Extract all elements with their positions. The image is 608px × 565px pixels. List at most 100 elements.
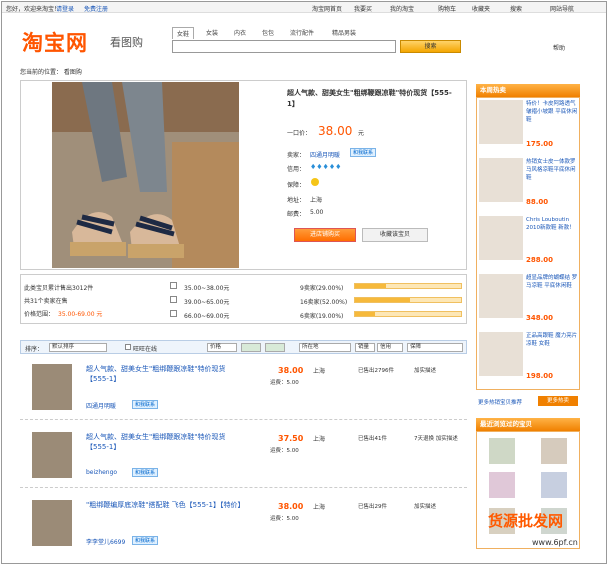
hot-item-thumbnail[interactable] bbox=[479, 274, 523, 318]
watermark-url: www.6pf.cn bbox=[532, 538, 578, 547]
sold-total: 此类宝贝累计售出3012件 bbox=[24, 285, 94, 292]
item-thumbnail[interactable] bbox=[32, 432, 72, 478]
tab-women-clothing[interactable]: 女装 bbox=[202, 27, 222, 38]
credit-sort[interactable]: 信用 bbox=[377, 343, 403, 352]
price-max-input[interactable] bbox=[265, 343, 285, 352]
watermark-text: 货源批发网 bbox=[488, 512, 564, 530]
item-seller[interactable]: beizhengo bbox=[86, 469, 117, 476]
nav-site-map[interactable]: 网站导航 bbox=[550, 4, 574, 13]
list-item: 超人气款、甜美女生"粗绑鞭跟凉鞋"特价现货【555-1】 四通月明暖 和我联系 … bbox=[20, 360, 467, 420]
range-bar bbox=[354, 311, 462, 317]
credit-diamond-icons: ♦♦♦♦♦ bbox=[310, 163, 342, 171]
tab-bags[interactable]: 包包 bbox=[258, 27, 278, 38]
tab-underwear[interactable]: 内衣 bbox=[230, 27, 250, 38]
contact-button[interactable]: 和我联系 bbox=[350, 148, 377, 157]
go-to-shop-button[interactable]: 进店铺购买 bbox=[294, 228, 356, 242]
item-title[interactable]: "粗绑鞭编厚底凉鞋"搭配鞋 飞色【555-1】【特价】 bbox=[86, 500, 246, 510]
range-count: 6卖家(19.00%) bbox=[300, 313, 344, 320]
range-label: 35.00~38.00元 bbox=[184, 285, 230, 292]
search-input[interactable] bbox=[172, 40, 396, 53]
sort-bar: 排序： 默认排序 旺旺在线 价格 所在地 销量 信用 保障 bbox=[20, 340, 467, 354]
item-title[interactable]: 超人气款、甜美女生"粗绑鞭跟凉鞋"特价现货【555-1】 bbox=[86, 364, 246, 384]
range-checkbox[interactable] bbox=[170, 296, 177, 303]
range-count: 16卖家(52.00%) bbox=[300, 299, 348, 306]
hot-item[interactable]: Chris Louboutin 2010新款鞋 新款！ 288.00 bbox=[479, 214, 579, 272]
item-location: 上海 bbox=[313, 368, 326, 375]
item-shipping: 运费：5.00 bbox=[270, 380, 299, 386]
recent-heading: 最近浏览过的宝贝 bbox=[476, 418, 580, 431]
sales-sort[interactable]: 销量 bbox=[355, 343, 375, 352]
nav-home[interactable]: 淘宝网首页 bbox=[312, 4, 342, 13]
seller-name[interactable]: 四通月明暖 bbox=[310, 150, 340, 159]
item-guarantee: 7天退换 加实描述 bbox=[414, 436, 458, 442]
product-photo[interactable] bbox=[52, 82, 239, 268]
price-unit: 元 bbox=[358, 130, 365, 137]
recent-thumbnail[interactable] bbox=[489, 438, 515, 464]
hot-item-thumbnail[interactable] bbox=[479, 216, 523, 260]
postage-value: 5.00 bbox=[310, 209, 324, 216]
guarantee-select[interactable]: 保障 bbox=[407, 343, 463, 352]
hot-item-title[interactable]: 正品高跟鞋 魔力亮片凉鞋 女鞋 bbox=[526, 332, 580, 348]
more-hot-link[interactable]: 更多热销宝贝推荐 bbox=[478, 398, 522, 406]
location-select[interactable]: 所在地 bbox=[299, 343, 351, 352]
item-price: 37.50 bbox=[278, 434, 304, 443]
seller-count: 共31个卖家在售 bbox=[24, 298, 68, 305]
hot-item[interactable]: 超显品牌的蝴蝶结 罗马凉鞋 平底休闲鞋 348.00 bbox=[479, 272, 579, 330]
online-checkbox[interactable] bbox=[125, 344, 131, 350]
hot-item-price: 175.00 bbox=[526, 140, 554, 148]
hot-item-title[interactable]: 特价！卡皮阿路透气皱褶小坡跟 平底休闲鞋 bbox=[526, 100, 580, 124]
sort-select[interactable]: 默认排序 bbox=[49, 343, 107, 352]
search-button[interactable]: 搜索 bbox=[400, 40, 461, 53]
tab-women-shoes[interactable]: 女鞋 bbox=[172, 27, 195, 39]
item-contact-button[interactable]: 和我联系 bbox=[132, 400, 159, 409]
nav-my-taobao[interactable]: 我的淘宝 bbox=[390, 4, 414, 13]
login-link[interactable]: 请登录 bbox=[56, 4, 74, 13]
item-seller[interactable]: 李李堂儿6699 bbox=[86, 537, 125, 546]
range-checkbox[interactable] bbox=[170, 310, 177, 317]
price-min-input[interactable] bbox=[241, 343, 261, 352]
hot-item-thumbnail[interactable] bbox=[479, 158, 523, 202]
range-checkbox[interactable] bbox=[170, 282, 177, 289]
nav-buy[interactable]: 我要买 bbox=[354, 4, 372, 13]
item-price: 38.00 bbox=[278, 366, 304, 375]
range-bar bbox=[354, 283, 462, 289]
hot-sellers-heading: 本周热卖 bbox=[476, 84, 580, 97]
nav-search[interactable]: 搜索 bbox=[510, 4, 522, 13]
item-thumbnail[interactable] bbox=[32, 364, 72, 410]
nav-cart[interactable]: 购物车 bbox=[438, 4, 456, 13]
help-link[interactable]: 帮助 bbox=[553, 43, 565, 52]
item-thumbnail[interactable] bbox=[32, 500, 72, 546]
item-shipping: 运费：5.00 bbox=[270, 516, 299, 522]
recent-thumbnail[interactable] bbox=[541, 438, 567, 464]
tab-accessories[interactable]: 流行配件 bbox=[286, 27, 318, 38]
hot-item[interactable]: 正品高跟鞋 魔力亮片凉鞋 女鞋 198.00 bbox=[479, 330, 579, 388]
credit-label: 信用： bbox=[287, 166, 306, 173]
recent-thumbnail[interactable] bbox=[489, 472, 515, 498]
top-bar: 您好，欢迎来淘宝！ 请登录 免费注册 淘宝网首页 我要买 我的淘宝 购物车 收藏… bbox=[2, 2, 606, 13]
item-title[interactable]: 超人气款、甜美女生"粗绑鞭跟凉鞋"特价现货【555-1】 bbox=[86, 432, 246, 452]
taobao-logo[interactable]: 淘宝网 bbox=[22, 27, 88, 57]
item-seller[interactable]: 四通月明暖 bbox=[86, 401, 116, 410]
hot-item-title[interactable]: Chris Louboutin 2010新款鞋 新款！ bbox=[526, 216, 580, 232]
online-label: 旺旺在线 bbox=[133, 346, 158, 353]
register-link[interactable]: 免费注册 bbox=[84, 4, 108, 13]
nav-favorites[interactable]: 收藏夹 bbox=[472, 4, 490, 13]
price-sort[interactable]: 价格 bbox=[207, 343, 237, 352]
price-label: 一口价： bbox=[287, 130, 312, 137]
hot-item-thumbnail[interactable] bbox=[479, 332, 523, 376]
favorite-button[interactable]: 收藏该宝贝 bbox=[362, 228, 428, 242]
item-contact-button[interactable]: 和我联系 bbox=[132, 468, 159, 477]
hot-item[interactable]: 特价！卡皮阿路透气皱褶小坡跟 平底休闲鞋 175.00 bbox=[479, 98, 579, 156]
tab-men-clothing[interactable]: 精品男装 bbox=[328, 27, 360, 38]
item-contact-button[interactable]: 和我联系 bbox=[132, 536, 159, 545]
hot-item[interactable]: 热销女士皮一体款罗马风格凉鞋平底休闲鞋 88.00 bbox=[479, 156, 579, 214]
product-price: 38.00 bbox=[318, 124, 353, 138]
recent-thumbnail[interactable] bbox=[541, 472, 567, 498]
hot-item-title[interactable]: 超显品牌的蝴蝶结 罗马凉鞋 平底休闲鞋 bbox=[526, 274, 580, 290]
item-shipping: 运费：5.00 bbox=[270, 448, 299, 454]
postage-label: 邮费： bbox=[287, 211, 306, 218]
item-guarantee: 加实描述 bbox=[414, 368, 437, 374]
more-hot-button[interactable]: 更多热卖 bbox=[538, 396, 578, 406]
hot-item-title[interactable]: 热销女士皮一体款罗马风格凉鞋平底休闲鞋 bbox=[526, 158, 580, 182]
hot-item-thumbnail[interactable] bbox=[479, 100, 523, 144]
